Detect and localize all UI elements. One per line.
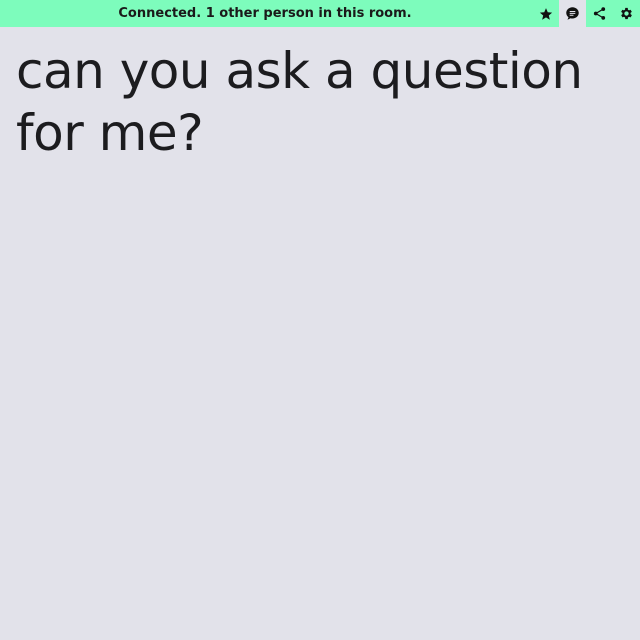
- star-button[interactable]: [532, 0, 559, 27]
- note-editor[interactable]: can you ask a question for me?: [16, 40, 616, 164]
- status-bar: Connected. 1 other person in this room.: [0, 0, 640, 27]
- settings-button[interactable]: [613, 0, 640, 27]
- chat-button[interactable]: [559, 0, 586, 27]
- gear-icon: [621, 7, 632, 20]
- share-icon: [593, 7, 606, 20]
- connection-status: Connected. 1 other person in this room.: [118, 6, 412, 21]
- star-icon: [539, 7, 552, 20]
- toolbar: [532, 0, 640, 27]
- share-button[interactable]: [586, 0, 613, 27]
- chat-icon: [566, 7, 579, 20]
